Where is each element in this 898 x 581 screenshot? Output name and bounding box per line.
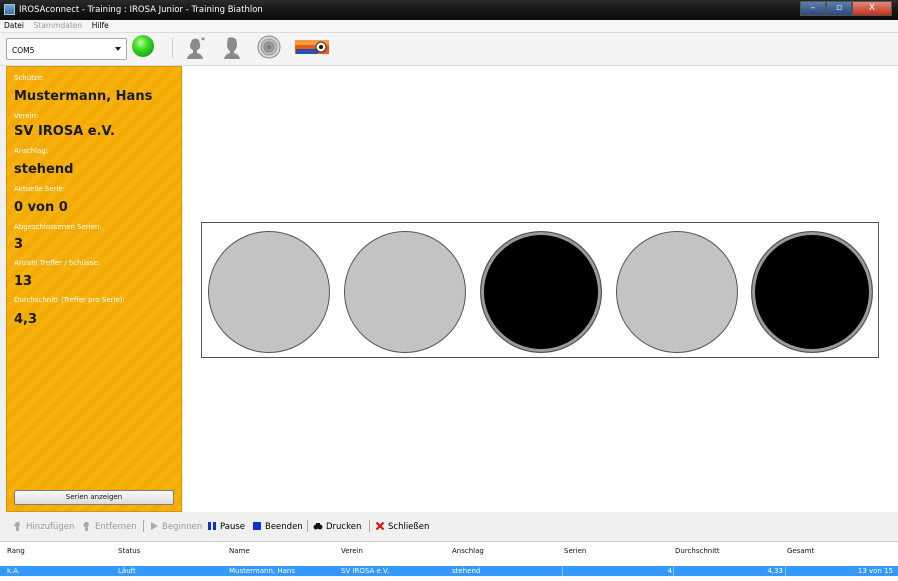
shooter-info-panel: Schütze: Mustermann, Hans Verein: SV IRO… [6, 66, 182, 512]
add-button[interactable]: Hinzufügen [13, 521, 74, 532]
col-durchschnitt[interactable]: Durchschnitt [675, 547, 720, 555]
binoculars-icon [313, 523, 323, 530]
app-icon [4, 4, 15, 15]
connection-status-icon [132, 35, 154, 57]
target-5 [751, 231, 873, 353]
target-2 [344, 231, 466, 353]
close-label: Schließen [388, 522, 430, 532]
col-serien[interactable]: Serien [564, 547, 586, 555]
pause-icon [208, 522, 216, 530]
maximize-button[interactable]: ▫ [826, 1, 852, 16]
print-label: Drucken [326, 522, 362, 532]
com-port-select[interactable]: COM5 [6, 38, 127, 60]
target-icon[interactable] [257, 35, 281, 59]
add-label: Hinzufügen [26, 522, 75, 532]
position-value: stehend [14, 162, 74, 177]
svg-text:*: * [201, 36, 205, 45]
toolbar-separator [172, 38, 173, 58]
action-separator [143, 520, 144, 532]
menu-datei[interactable]: Datei [0, 20, 27, 30]
cell-divider [562, 566, 563, 576]
col-status[interactable]: Status [118, 547, 140, 555]
current-series-value: 0 von 0 [14, 200, 68, 215]
target-3 [480, 231, 602, 353]
shooter-label: Schütze: [14, 74, 45, 82]
cell-verein: SV IROSA e.V. [341, 567, 390, 575]
action-separator [307, 520, 308, 532]
table-header: Rang Status Name Verein Anschlag Serien … [0, 542, 898, 560]
shooter-add-icon[interactable]: * [185, 35, 209, 59]
position-label: Anschlag: [14, 147, 49, 155]
remove-shooter-icon [83, 522, 89, 531]
cell-durchschnitt: 4,33 [767, 567, 783, 575]
stop-button[interactable]: Beenden [252, 521, 303, 532]
minimize-button[interactable]: – [800, 1, 826, 16]
cell-divider [673, 566, 674, 576]
pause-button[interactable]: Pause [207, 521, 245, 532]
cell-divider [785, 566, 786, 576]
cell-anschlag: stehend [452, 567, 481, 575]
current-series-label: Aktuelle Serie: [14, 185, 65, 193]
col-anschlag[interactable]: Anschlag [452, 547, 484, 555]
stop-label: Beenden [265, 522, 303, 532]
col-gesamt[interactable]: Gesamt [787, 547, 814, 555]
biathlon-target-icon[interactable] [294, 35, 330, 59]
remove-label: Entfernen [95, 522, 137, 532]
average-label: Durchschnitt (Treffer pro Serie): [14, 296, 125, 304]
print-button[interactable]: Drucken [313, 521, 361, 532]
menu-bar: Datei Stammdaten Hilfe [0, 20, 898, 33]
target-1 [208, 231, 330, 353]
club-label: Verein: [14, 112, 39, 120]
close-window-button[interactable]: X [852, 1, 892, 16]
remove-button[interactable]: Entfernen [82, 521, 137, 532]
results-table: Rang Status Name Verein Anschlag Serien … [0, 541, 898, 581]
play-icon [151, 522, 158, 530]
menu-hilfe[interactable]: Hilfe [88, 20, 112, 30]
average-value: 4,3 [14, 312, 38, 327]
cell-rang: k.A. [7, 567, 21, 575]
menu-stammdaten[interactable]: Stammdaten [30, 20, 86, 30]
start-button[interactable]: Beginnen [149, 521, 202, 532]
club-name: SV IROSA e.V. [14, 124, 115, 139]
stop-icon [253, 522, 261, 530]
window-title: IROSAconnect - Training : IROSA Junior -… [19, 5, 263, 15]
window-controls: – ▫ X [800, 1, 892, 16]
start-label: Beginnen [162, 522, 203, 532]
col-name[interactable]: Name [229, 547, 250, 555]
add-shooter-icon [14, 522, 20, 531]
biathlon-target-strip [201, 222, 879, 358]
cell-gesamt: 13 von 15 [857, 567, 893, 575]
close-icon [375, 521, 385, 531]
shooter-name: Mustermann, Hans [14, 89, 153, 104]
table-row[interactable]: k.A. Läuft Mustermann, Hans SV IROSA e.V… [0, 566, 898, 576]
cell-serien: 4 [667, 567, 672, 575]
cell-name: Mustermann, Hans [229, 567, 295, 575]
chevron-down-icon [115, 47, 121, 51]
pause-label: Pause [220, 522, 245, 532]
hits-label: Anzahl Treffer / Schüsse: [14, 259, 101, 267]
hits-value: 13 [14, 274, 33, 289]
completed-series-value: 3 [14, 237, 24, 252]
action-separator [369, 520, 370, 532]
target-4 [616, 231, 738, 353]
close-button[interactable]: Schließen [375, 521, 429, 532]
com-port-value: COM5 [12, 46, 35, 55]
shooter-icon[interactable] [220, 35, 244, 59]
col-rang[interactable]: Rang [7, 547, 25, 555]
col-verein[interactable]: Verein [341, 547, 363, 555]
completed-series-label: Abgeschlossenen Serien: [14, 223, 102, 231]
cell-status: Läuft [118, 567, 136, 575]
show-series-button[interactable]: Serien anzeigen [14, 490, 174, 505]
window-titlebar: IROSAconnect - Training : IROSA Junior -… [0, 0, 898, 20]
